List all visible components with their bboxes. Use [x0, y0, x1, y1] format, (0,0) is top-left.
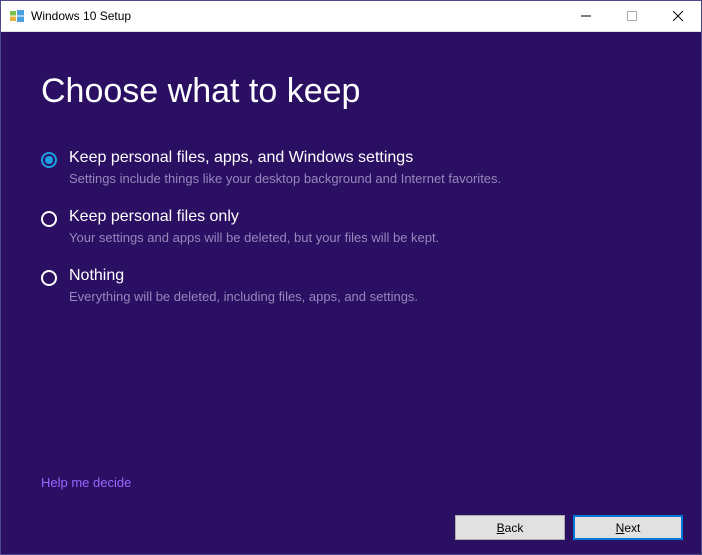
footer-buttons: Back Next — [455, 515, 683, 540]
option-desc: Settings include things like your deskto… — [69, 171, 501, 186]
option-title[interactable]: Keep personal files only — [69, 208, 439, 226]
option-keep-files: Keep personal files only Your settings a… — [41, 208, 701, 245]
option-title[interactable]: Nothing — [69, 267, 418, 285]
option-desc: Your settings and apps will be deleted, … — [69, 230, 439, 245]
option-nothing: Nothing Everything will be deleted, incl… — [41, 267, 701, 304]
option-text: Nothing Everything will be deleted, incl… — [69, 267, 418, 304]
setup-window: Windows 10 Setup Choose what to keep Kee… — [0, 0, 702, 555]
help-link[interactable]: Help me decide — [41, 475, 131, 490]
option-desc: Everything will be deleted, including fi… — [69, 289, 418, 304]
app-icon — [9, 8, 25, 24]
next-button[interactable]: Next — [573, 515, 683, 540]
content-area: Choose what to keep Keep personal files,… — [1, 32, 701, 554]
radio-keep-all[interactable] — [41, 152, 57, 168]
radio-nothing[interactable] — [41, 270, 57, 286]
page-heading: Choose what to keep — [41, 72, 701, 111]
option-keep-all: Keep personal files, apps, and Windows s… — [41, 149, 701, 186]
keep-options: Keep personal files, apps, and Windows s… — [41, 149, 701, 326]
radio-keep-files[interactable] — [41, 211, 57, 227]
minimize-button[interactable] — [563, 1, 609, 31]
maximize-button — [609, 1, 655, 31]
window-controls — [563, 1, 701, 31]
option-text: Keep personal files, apps, and Windows s… — [69, 149, 501, 186]
back-button[interactable]: Back — [455, 515, 565, 540]
window-title: Windows 10 Setup — [31, 9, 563, 23]
close-button[interactable] — [655, 1, 701, 31]
option-text: Keep personal files only Your settings a… — [69, 208, 439, 245]
option-title[interactable]: Keep personal files, apps, and Windows s… — [69, 149, 501, 167]
titlebar: Windows 10 Setup — [1, 1, 701, 32]
